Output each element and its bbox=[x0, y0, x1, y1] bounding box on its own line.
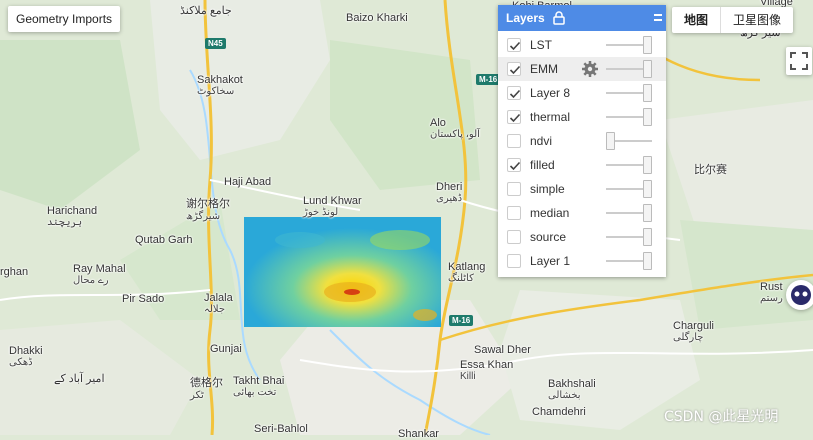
geometry-imports-button[interactable]: Geometry Imports bbox=[8, 6, 121, 32]
place-label: 谢尔格尔 شیرگڑھ bbox=[186, 198, 230, 222]
collapse-handle-icon[interactable] bbox=[654, 9, 662, 25]
layer-checkbox[interactable] bbox=[507, 134, 521, 148]
layer-name: source bbox=[530, 230, 567, 244]
place-label: Harichand ہریچند bbox=[47, 205, 98, 228]
place-label: Pir Sado bbox=[122, 293, 165, 305]
opacity-slider-thumb[interactable] bbox=[606, 132, 615, 150]
opacity-slider-thumb[interactable] bbox=[643, 36, 652, 54]
layer-name: median bbox=[530, 206, 570, 220]
layer-name: simple bbox=[530, 182, 565, 196]
place-label: جامع ملاكنڈ bbox=[180, 5, 232, 17]
fullscreen-icon bbox=[790, 52, 808, 70]
layer-checkbox[interactable] bbox=[507, 158, 521, 172]
place-label: Dheri ڈھیری bbox=[436, 181, 463, 204]
layer-checkbox[interactable] bbox=[507, 182, 521, 196]
opacity-slider-thumb[interactable] bbox=[643, 156, 652, 174]
layer-row[interactable]: Layer 1 bbox=[498, 249, 666, 273]
layer-row[interactable]: source bbox=[498, 225, 666, 249]
layer-checkbox[interactable] bbox=[507, 86, 521, 100]
place-label: امیر آباد کے bbox=[54, 373, 105, 385]
layer-name: filled bbox=[530, 158, 555, 172]
place-label: Qutab Garh bbox=[135, 234, 193, 246]
gear-icon[interactable] bbox=[581, 60, 599, 83]
layer-row[interactable]: simple bbox=[498, 177, 666, 201]
place-label: 比尔赛 bbox=[694, 164, 727, 176]
check-icon bbox=[509, 89, 521, 99]
place-label: Chamdehri bbox=[532, 406, 586, 418]
layer-name: LST bbox=[530, 38, 553, 52]
place-label: Katlang کاٹلنگ bbox=[448, 261, 486, 284]
place-label: Rust رستم bbox=[760, 281, 783, 304]
place-label: Sakhakot سخاکوٹ bbox=[197, 74, 243, 97]
opacity-slider-thumb[interactable] bbox=[643, 252, 652, 270]
place-label: Bakhshali بخشالی bbox=[548, 378, 596, 401]
opacity-slider-thumb[interactable] bbox=[643, 84, 652, 102]
place-label: Takht Bhai تخت بھائی bbox=[233, 375, 285, 398]
layer-name: Layer 1 bbox=[530, 254, 571, 268]
assistant-face-icon bbox=[791, 285, 811, 305]
layer-checkbox[interactable] bbox=[507, 38, 521, 52]
check-icon bbox=[509, 41, 521, 51]
road-badge: M-16 bbox=[476, 74, 501, 85]
check-icon bbox=[509, 65, 521, 75]
layer-name: EMM bbox=[530, 62, 558, 76]
layer-name: thermal bbox=[530, 110, 571, 124]
raster-overlay bbox=[244, 217, 441, 327]
layer-checkbox[interactable] bbox=[507, 254, 521, 268]
opacity-slider-thumb[interactable] bbox=[643, 108, 652, 126]
place-label: Sawal Dher bbox=[474, 344, 531, 356]
layer-name: ndvi bbox=[530, 134, 553, 148]
lock-icon[interactable] bbox=[553, 11, 565, 25]
assistant-button[interactable] bbox=[786, 280, 813, 310]
layer-checkbox[interactable] bbox=[507, 206, 521, 220]
place-label: rghan bbox=[0, 266, 29, 278]
opacity-slider-thumb[interactable] bbox=[643, 204, 652, 222]
place-label: Essa Khan Killi bbox=[460, 359, 514, 382]
place-label: Alo آلو، پاکستان bbox=[430, 117, 480, 140]
watermark: CSDN @此星光明 bbox=[664, 409, 779, 425]
layer-row[interactable]: thermal bbox=[498, 105, 666, 129]
check-icon bbox=[509, 161, 521, 171]
opacity-slider-thumb[interactable] bbox=[643, 60, 652, 78]
layers-panel: Layers LST EMM Layer 8 thermal ndvi filled sim… bbox=[498, 5, 666, 277]
layer-checkbox[interactable] bbox=[507, 230, 521, 244]
layers-panel-header: Layers bbox=[498, 5, 666, 31]
map-type-satellite-button[interactable]: 卫星图像 bbox=[721, 7, 793, 33]
layer-row[interactable]: median bbox=[498, 201, 666, 225]
place-label: Shankar bbox=[398, 428, 439, 440]
place-label: Seri-Bahlol bbox=[254, 423, 308, 435]
layer-checkbox[interactable] bbox=[507, 62, 521, 76]
opacity-slider-thumb[interactable] bbox=[643, 180, 652, 198]
map-type-map-button[interactable]: 地图 bbox=[672, 7, 722, 33]
place-label: Baizo Kharki bbox=[346, 12, 408, 24]
road-badge: N45 bbox=[205, 38, 226, 49]
layer-row[interactable]: EMM bbox=[498, 57, 666, 81]
place-label: Lund Khwar لونڈ خوڑ bbox=[303, 195, 362, 218]
layer-row[interactable]: LST bbox=[498, 33, 666, 57]
layer-checkbox[interactable] bbox=[507, 110, 521, 124]
layers-title: Layers bbox=[506, 11, 545, 25]
place-label: Ray Mahal رے محال bbox=[73, 263, 126, 286]
place-label: Dhakki ڈھکی bbox=[9, 345, 43, 368]
check-icon bbox=[509, 113, 521, 123]
basemap[interactable] bbox=[0, 0, 813, 435]
layer-row[interactable]: Layer 8 bbox=[498, 81, 666, 105]
layer-row[interactable]: filled bbox=[498, 153, 666, 177]
place-label: Haji Abad bbox=[224, 176, 272, 188]
map-type-control: 地图 卫星图像 bbox=[672, 7, 794, 33]
place-label: Charguli چارگلی bbox=[673, 320, 714, 343]
road-badge: M-16 bbox=[449, 315, 474, 326]
opacity-slider-thumb[interactable] bbox=[643, 228, 652, 246]
layer-name: Layer 8 bbox=[530, 86, 571, 100]
place-label: 德格尔 ٹکر bbox=[190, 377, 223, 401]
fullscreen-button[interactable] bbox=[786, 47, 812, 75]
place-label: Jalala جلالہ bbox=[204, 292, 233, 315]
place-label: Gunjai bbox=[210, 343, 242, 355]
layer-row[interactable]: ndvi bbox=[498, 129, 666, 153]
